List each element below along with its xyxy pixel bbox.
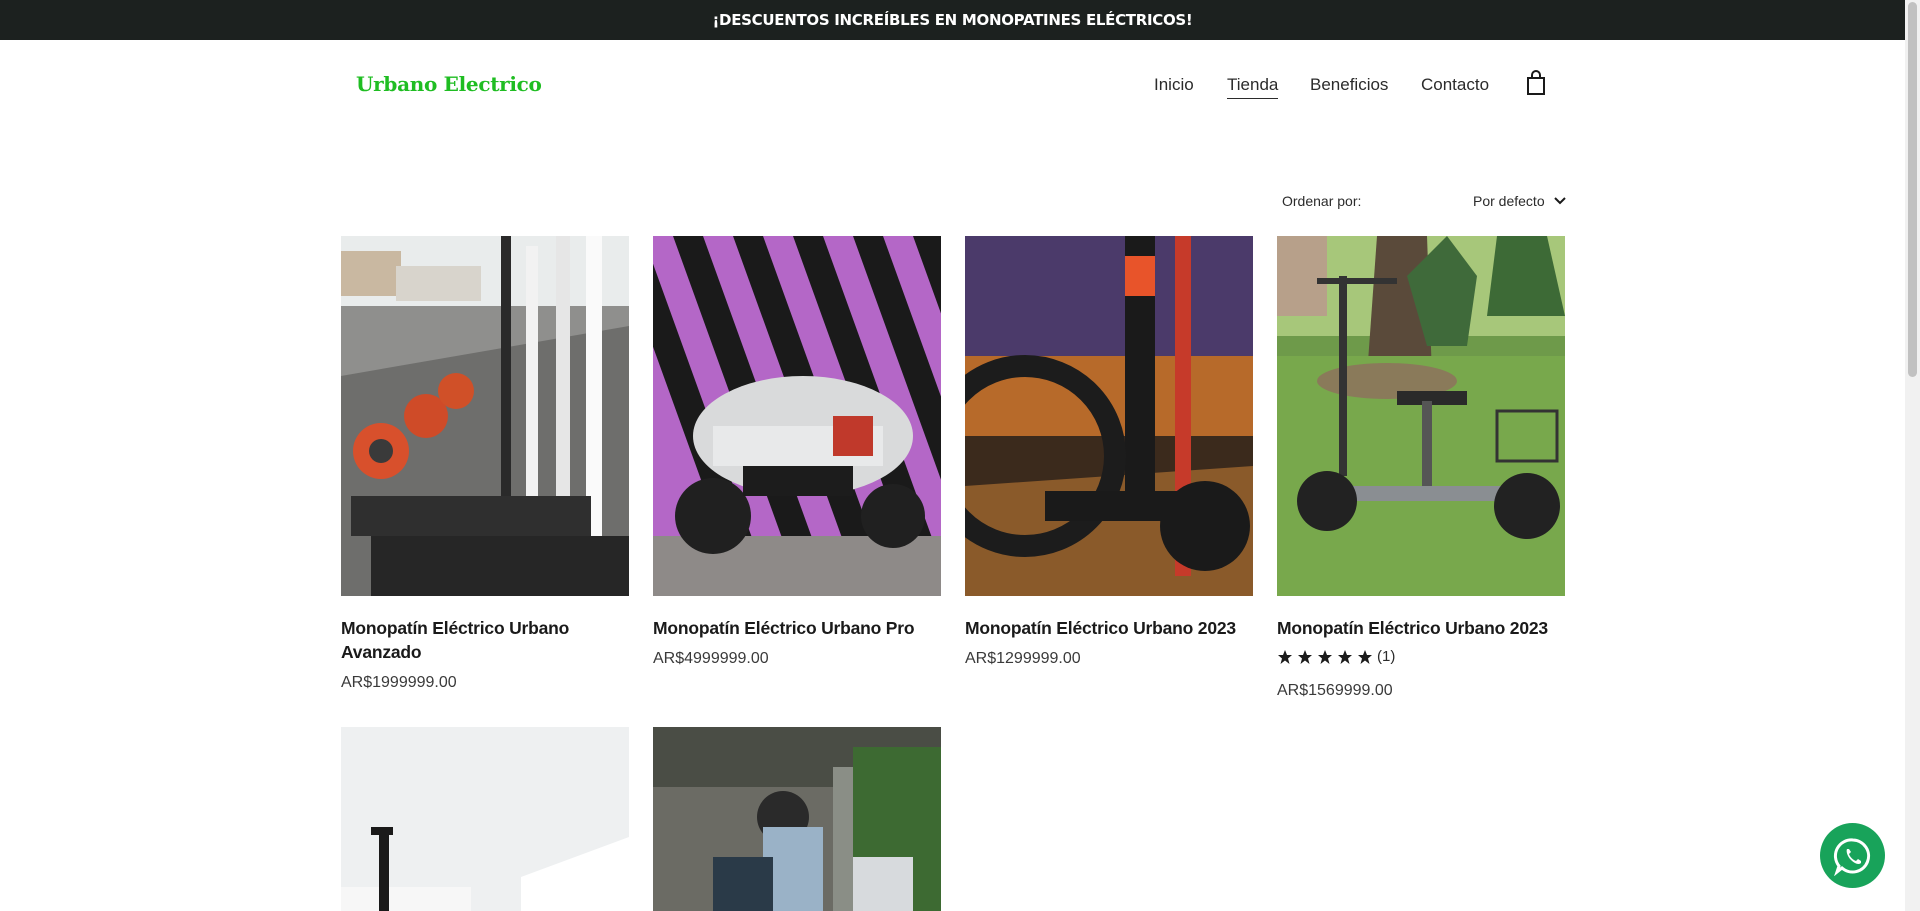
- whatsapp-button[interactable]: [1820, 823, 1885, 888]
- product-title[interactable]: Monopatín Eléctrico Urbano Avanzado: [341, 616, 629, 664]
- product-price: AR$1569999.00: [1277, 682, 1393, 699]
- whatsapp-icon: [1833, 837, 1870, 876]
- product-price: AR$1999999.00: [341, 674, 457, 691]
- nav-link-beneficios[interactable]: Beneficios: [1310, 75, 1388, 98]
- product-title[interactable]: Monopatín Eléctrico Urbano 2023: [965, 616, 1253, 640]
- announcement-bar: ¡DESCUENTOS INCREÍBLES EN MONOPATINES EL…: [0, 0, 1905, 40]
- product-title[interactable]: Monopatín Eléctrico Urbano Pro: [653, 616, 941, 640]
- product-image-scooter-night[interactable]: [965, 236, 1253, 596]
- sort-dropdown[interactable]: Por defecto: [1473, 193, 1567, 209]
- site-header: Urbano Electrico: [0, 40, 1905, 130]
- nav-link-tienda[interactable]: Tienda: [1227, 75, 1279, 99]
- product-rating: (1): [1277, 648, 1395, 665]
- star-icon: [1278, 649, 1292, 664]
- site-logo[interactable]: Urbano Electrico: [356, 72, 542, 96]
- rating-count[interactable]: (1): [1377, 648, 1395, 665]
- product-title[interactable]: Monopatín Eléctrico Urbano 2023: [1277, 616, 1565, 640]
- page-scrollbar[interactable]: [1905, 0, 1920, 911]
- product-price: AR$4999999.00: [653, 650, 769, 667]
- shopping-bag-icon[interactable]: [1524, 70, 1548, 96]
- product-image-scooter-tent[interactable]: [341, 727, 629, 911]
- chevron-down-icon: [1553, 197, 1566, 205]
- announcement-text: ¡DESCUENTOS INCREÍBLES EN MONOPATINES EL…: [712, 11, 1193, 29]
- star-icon: [1318, 649, 1332, 664]
- product-image-rider-moped[interactable]: [653, 727, 941, 911]
- sort-selected-value: Por defecto: [1473, 193, 1545, 209]
- product-image-moped-striped[interactable]: [653, 236, 941, 596]
- scrollbar-thumb[interactable]: [1908, 2, 1917, 377]
- product-image-scooters-row[interactable]: [341, 236, 629, 596]
- nav-link-inicio[interactable]: Inicio: [1154, 75, 1194, 98]
- star-icon: [1338, 649, 1352, 664]
- product-image-seated-scooter[interactable]: [1277, 236, 1565, 596]
- sort-label: Ordenar por:: [1282, 193, 1362, 209]
- nav-link-contacto[interactable]: Contacto: [1421, 75, 1489, 98]
- star-icon: [1298, 649, 1312, 664]
- star-icon: [1358, 649, 1372, 664]
- product-price: AR$1299999.00: [965, 650, 1081, 667]
